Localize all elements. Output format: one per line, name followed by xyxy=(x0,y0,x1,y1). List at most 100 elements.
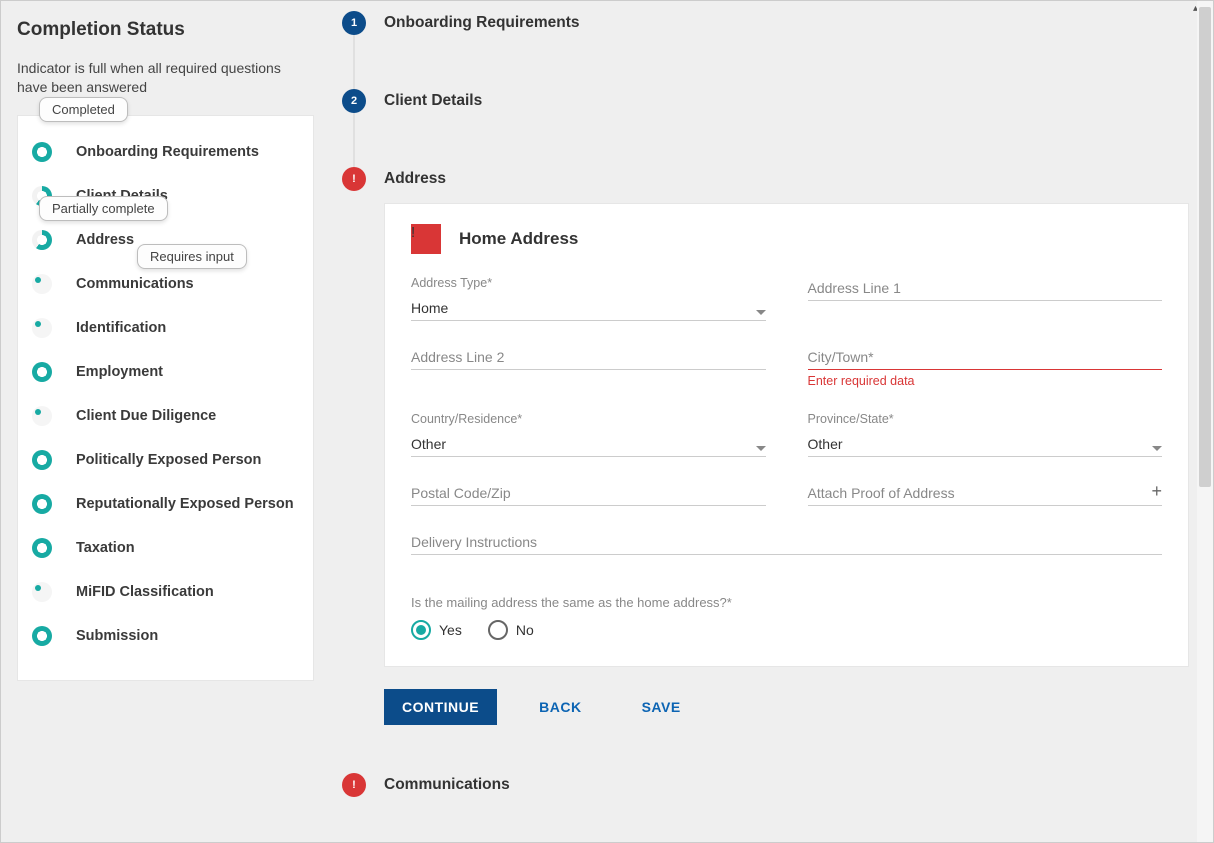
status-empty-icon xyxy=(32,406,52,426)
mailing-question: Is the mailing address the same as the h… xyxy=(411,595,1162,610)
status-item[interactable]: Reputationally Exposed Person xyxy=(32,482,299,526)
status-label: Communications xyxy=(76,276,194,292)
status-item[interactable]: Client Due Diligence xyxy=(32,394,299,438)
alert-icon xyxy=(342,773,366,797)
radio-no[interactable]: No xyxy=(488,620,534,640)
status-label: Submission xyxy=(76,628,158,644)
address-section-body: Home Address Address Type* Home Address … xyxy=(384,203,1189,725)
sidebar-hint: Indicator is full when all required ques… xyxy=(17,59,314,97)
step-connector xyxy=(353,113,355,167)
field-city-town[interactable]: City/Town* Enter required data xyxy=(808,345,1163,388)
status-item[interactable]: Submission xyxy=(32,614,299,658)
step-title: Client Details xyxy=(384,92,482,110)
status-label: Reputationally Exposed Person xyxy=(76,496,294,512)
mailing-question-block: Is the mailing address the same as the h… xyxy=(411,579,1162,640)
radio-yes[interactable]: Yes xyxy=(411,620,462,640)
completion-sidebar: Completion Status Indicator is full when… xyxy=(1,1,326,842)
step-client-details[interactable]: 2 Client Details xyxy=(342,89,1189,113)
sidebar-title: Completion Status xyxy=(17,19,314,41)
status-label: Identification xyxy=(76,320,166,336)
select-country[interactable]: Other xyxy=(411,432,766,457)
vertical-scrollbar[interactable] xyxy=(1197,1,1213,842)
status-complete-icon xyxy=(32,626,52,646)
callout-requires: Requires input xyxy=(137,244,247,269)
step-address[interactable]: Address xyxy=(342,167,1189,191)
status-label: Taxation xyxy=(76,540,135,556)
status-label: Client Due Diligence xyxy=(76,408,216,424)
step-number-badge: 1 xyxy=(342,11,366,35)
step-connector xyxy=(353,35,355,89)
callout-partial: Partially complete xyxy=(39,196,168,221)
field-label: Country/Residence* xyxy=(411,412,766,426)
field-address-type[interactable]: Address Type* Home xyxy=(411,276,766,321)
status-item[interactable]: Identification xyxy=(32,306,299,350)
input-address-line-1[interactable]: Address Line 1 xyxy=(808,276,1163,301)
field-postal[interactable]: Postal Code/Zip xyxy=(411,481,766,506)
status-partial-icon xyxy=(32,230,52,250)
status-item[interactable]: MiFID Classification xyxy=(32,570,299,614)
status-item[interactable]: Onboarding Requirements xyxy=(32,130,299,174)
field-country[interactable]: Country/Residence* Other xyxy=(411,412,766,457)
step-onboarding[interactable]: 1 Onboarding Requirements xyxy=(342,11,1189,35)
radio-row: Yes No xyxy=(411,620,1162,640)
status-complete-icon xyxy=(32,494,52,514)
input-city-town[interactable]: City/Town* xyxy=(808,345,1163,370)
radio-label: Yes xyxy=(439,622,462,638)
status-complete-icon xyxy=(32,450,52,470)
input-postal[interactable]: Postal Code/Zip xyxy=(411,481,766,506)
callout-label: Requires input xyxy=(150,249,234,264)
field-label: Province/State* xyxy=(808,412,1163,426)
status-empty-icon xyxy=(32,582,52,602)
status-item[interactable]: Politically Exposed Person xyxy=(32,438,299,482)
error-text: Enter required data xyxy=(808,374,1163,388)
radio-icon xyxy=(488,620,508,640)
field-proof[interactable]: Attach Proof of Address + xyxy=(808,481,1163,506)
alert-icon xyxy=(342,167,366,191)
alert-icon xyxy=(411,224,441,254)
plus-icon[interactable]: + xyxy=(1151,481,1162,502)
radio-label: No xyxy=(516,622,534,638)
input-delivery[interactable]: Delivery Instructions xyxy=(411,530,1162,555)
status-label: Onboarding Requirements xyxy=(76,144,259,160)
callout-completed: Completed xyxy=(39,97,128,122)
field-province[interactable]: Province/State* Other xyxy=(808,412,1163,457)
status-item[interactable]: Taxation xyxy=(32,526,299,570)
step-title: Address xyxy=(384,170,446,188)
app-root: ▴ ▴ Completion Status Indicator is full … xyxy=(0,0,1214,843)
address-form-grid: Address Type* Home Address Line 1 Addres… xyxy=(411,276,1162,640)
field-address-line-2[interactable]: Address Line 2 xyxy=(411,345,766,388)
status-complete-icon xyxy=(32,362,52,382)
chevron-down-icon xyxy=(756,446,766,451)
status-empty-icon xyxy=(32,318,52,338)
field-label: Address Type* xyxy=(411,276,766,290)
select-province[interactable]: Other xyxy=(808,432,1163,457)
select-address-type[interactable]: Home xyxy=(411,296,766,321)
status-label: Politically Exposed Person xyxy=(76,452,261,468)
field-delivery[interactable]: Delivery Instructions xyxy=(411,530,1162,555)
status-complete-icon xyxy=(32,142,52,162)
save-button[interactable]: Save xyxy=(624,689,699,725)
step-number-badge: 2 xyxy=(342,89,366,113)
input-proof[interactable]: Attach Proof of Address xyxy=(808,481,1163,506)
home-address-card: Home Address Address Type* Home Address … xyxy=(384,203,1189,667)
card-header: Home Address xyxy=(411,224,1162,254)
main-panel: 1 Onboarding Requirements 2 Client Detai… xyxy=(326,1,1213,842)
status-label: Employment xyxy=(76,364,163,380)
radio-icon xyxy=(411,620,431,640)
step-title: Communications xyxy=(384,776,510,794)
field-address-line-1[interactable]: Address Line 1 xyxy=(808,276,1163,321)
chevron-down-icon xyxy=(1152,446,1162,451)
callout-label: Completed xyxy=(52,102,115,117)
input-address-line-2[interactable]: Address Line 2 xyxy=(411,345,766,370)
status-label: MiFID Classification xyxy=(76,584,214,600)
form-actions: Continue Back Save xyxy=(384,689,1189,725)
status-label: Address xyxy=(76,232,134,248)
scrollbar-thumb[interactable] xyxy=(1199,7,1211,487)
step-title: Onboarding Requirements xyxy=(384,14,580,32)
continue-button[interactable]: Continue xyxy=(384,689,497,725)
status-complete-icon xyxy=(32,538,52,558)
step-communications[interactable]: Communications xyxy=(342,773,1189,797)
status-item[interactable]: Employment xyxy=(32,350,299,394)
card-title: Home Address xyxy=(459,229,578,249)
back-button[interactable]: Back xyxy=(521,689,599,725)
